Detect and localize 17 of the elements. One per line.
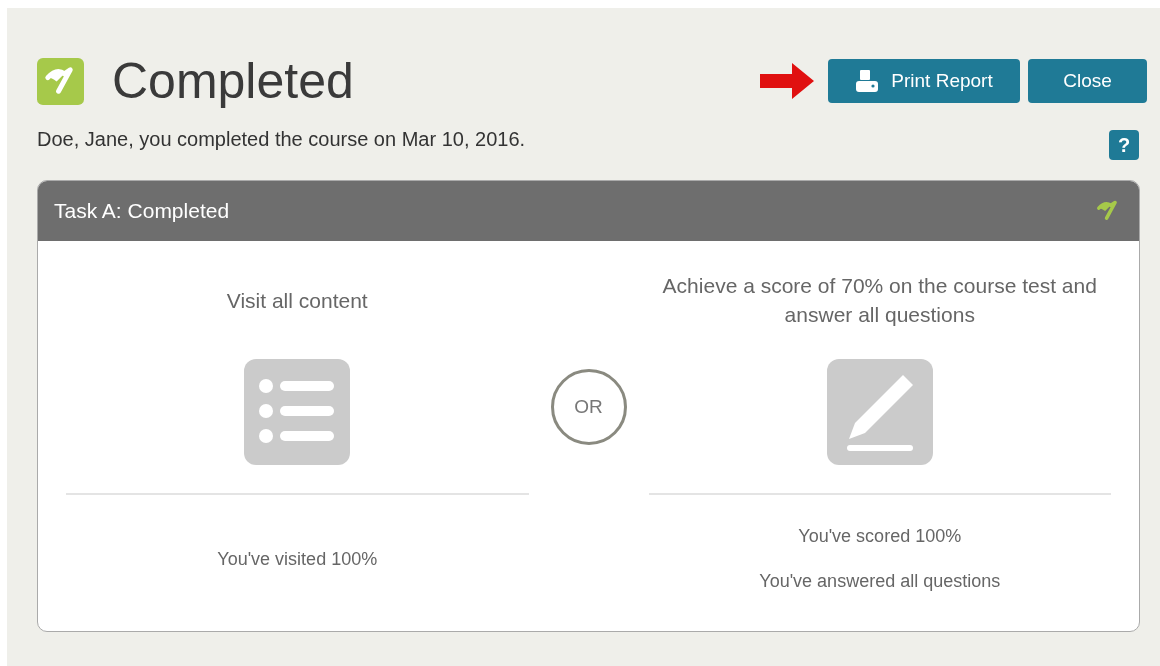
criterion-heading: Visit all content [226, 287, 368, 314]
result-text: You've scored 100% [797, 526, 963, 547]
page-title: Completed [112, 52, 355, 110]
or-separator: OR [550, 369, 627, 445]
result-text: You've visited 100% [217, 548, 378, 570]
result-text: You've answered all questions [759, 571, 1001, 592]
print-report-button[interactable]: Print Report [828, 59, 1020, 103]
completion-message: Doe, Jane, you completed the course on Mar 10, 2016. [37, 127, 526, 151]
task-title: Task A: Completed [54, 199, 230, 223]
printer-icon [855, 69, 880, 93]
pencil-icon [826, 359, 933, 465]
close-button[interactable]: Close [1028, 59, 1147, 103]
help-button[interactable]: ? [1109, 130, 1139, 160]
list-icon [244, 359, 351, 465]
criterion-heading: Achieve a score of 70% on the course test and answer all questions [661, 273, 1098, 328]
arrow-icon [760, 63, 814, 99]
flag-badge-icon [37, 57, 84, 105]
